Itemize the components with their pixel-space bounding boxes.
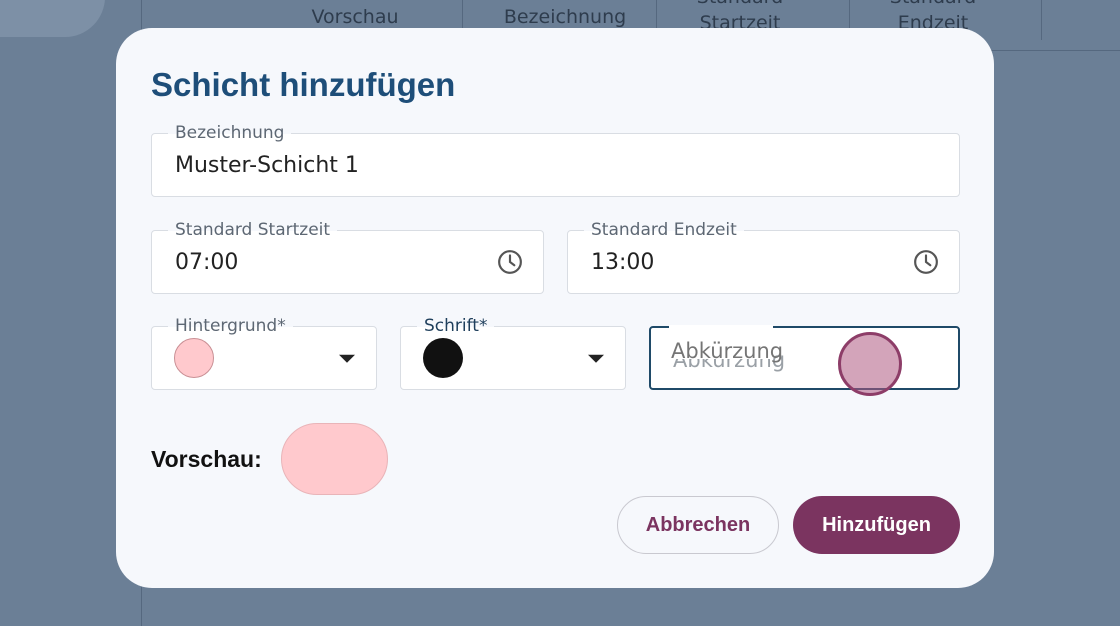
abbreviation-input[interactable] — [667, 336, 825, 366]
column-header-preview: Vorschau — [311, 6, 399, 28]
background-color-select[interactable]: Hintergrund* — [151, 316, 377, 390]
touch-indicator — [838, 332, 902, 396]
clock-icon[interactable] — [913, 249, 939, 275]
table-divider — [656, 0, 657, 28]
chevron-down-icon[interactable] — [588, 354, 604, 363]
shift-preview-pill — [281, 423, 388, 495]
name-field[interactable]: Bezeichnung Muster-Schicht 1 — [151, 123, 960, 197]
font-color-label: Schrift* — [417, 316, 495, 336]
table-divider — [1041, 0, 1042, 40]
background-color-swatch — [174, 338, 214, 378]
background-color-label: Hintergrund* — [168, 316, 293, 336]
cancel-button[interactable]: Abbrechen — [617, 496, 779, 554]
background-avatar-blob — [0, 0, 105, 37]
add-button[interactable]: Hinzufügen — [793, 496, 960, 554]
end-time-value[interactable]: 13:00 — [591, 231, 654, 293]
chevron-down-icon[interactable] — [339, 354, 355, 363]
abbreviation-field[interactable]: Abkürzung — [649, 325, 960, 390]
font-color-swatch — [423, 338, 463, 378]
table-divider — [849, 0, 850, 28]
table-divider — [462, 0, 463, 28]
preview-label: Vorschau: — [151, 446, 262, 472]
start-time-field[interactable]: Standard Startzeit 07:00 — [151, 220, 544, 294]
font-color-select[interactable]: Schrift* — [400, 316, 626, 390]
end-time-field[interactable]: Standard Endzeit 13:00 — [567, 220, 960, 294]
clock-icon[interactable] — [497, 249, 523, 275]
dialog-title: Schicht hinzufügen — [151, 66, 456, 103]
add-shift-dialog: Schicht hinzufügen Bezeichnung Muster-Sc… — [116, 28, 994, 588]
column-header-name: Bezeichnung — [503, 6, 627, 28]
name-field-value[interactable]: Muster-Schicht 1 — [175, 134, 359, 196]
start-time-value[interactable]: 07:00 — [175, 231, 238, 293]
